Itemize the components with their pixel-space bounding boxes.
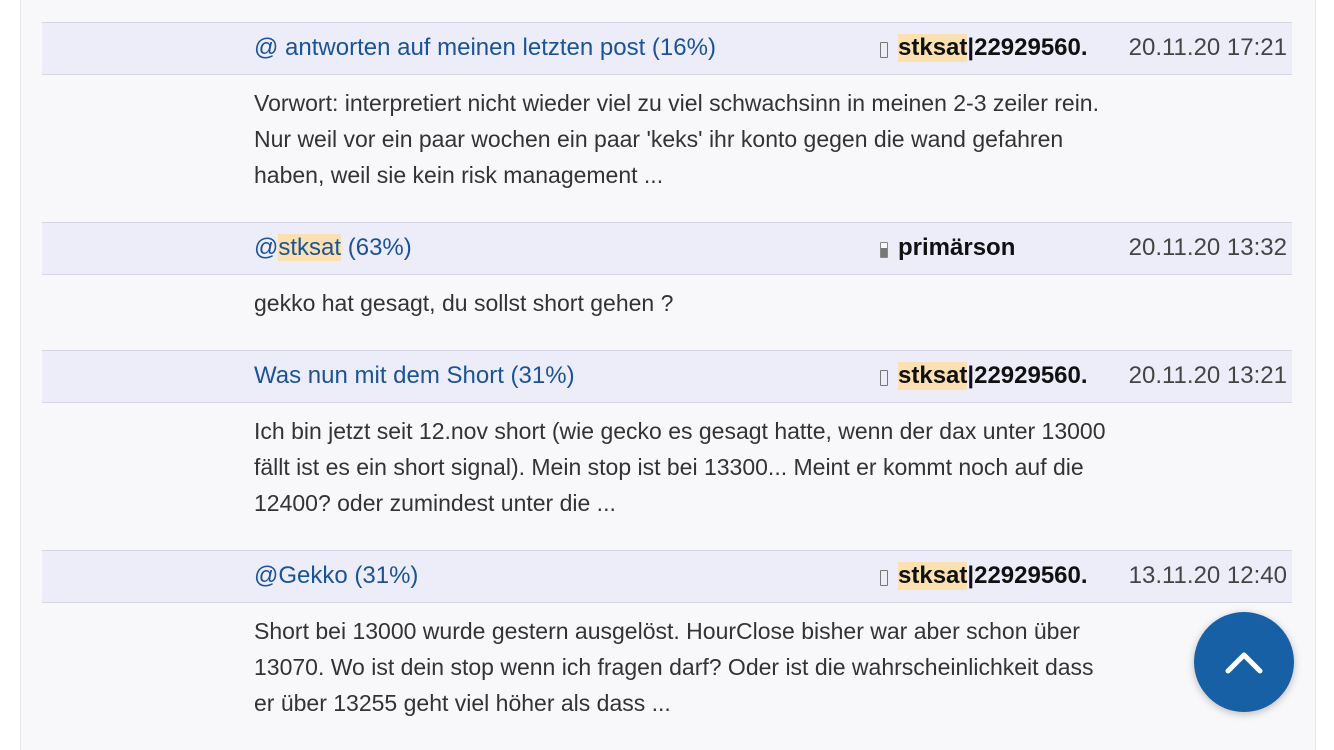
post-item: @ antworten auf meinen letzten post (16%…	[42, 22, 1292, 222]
offline-status-icon	[880, 42, 888, 58]
post-item: Was nun mit dem Short (31%) stksat |22929…	[42, 350, 1292, 550]
post-title-mention: stksat	[278, 234, 342, 261]
post-title-prefix: @	[254, 234, 279, 261]
post-title-text: Was nun mit dem Short (31%)	[254, 362, 575, 389]
post-title-link[interactable]: @Gekko (31%)	[254, 562, 418, 590]
post-title-link[interactable]: Was nun mit dem Short (31%)	[254, 362, 575, 390]
post-item: @stksat (63%) primärson 20.11.20 13:32 g…	[42, 222, 1292, 350]
author-name: primärson	[898, 234, 1016, 261]
post-title-text: @ antworten auf meinen letzten post (16%…	[254, 34, 716, 61]
thread-list: @ antworten auf meinen letzten post (16%…	[42, 22, 1292, 750]
post-author[interactable]: stksat |22929560.	[880, 562, 1088, 590]
author-name-highlight: stksat	[898, 362, 968, 390]
post-title-link[interactable]: @stksat (63%)	[254, 234, 412, 262]
post-date: 13.11.20 12:40	[1128, 562, 1287, 589]
author-name-highlight: stksat	[898, 34, 968, 62]
post-date: 20.11.20 13:21	[1128, 362, 1287, 389]
scroll-to-top-button[interactable]	[1194, 612, 1294, 712]
post-header: Was nun mit dem Short (31%) stksat |22929…	[42, 350, 1292, 403]
post-author[interactable]: primärson	[880, 234, 1015, 262]
post-title-text: @Gekko (31%)	[254, 562, 419, 589]
post-date: 20.11.20 13:32	[1128, 234, 1287, 261]
author-name: |22929560.	[967, 362, 1088, 389]
post-author[interactable]: stksat |22929560.	[880, 362, 1088, 390]
post-title-text: (63%)	[341, 234, 412, 261]
post-item: @Gekko (31%) stksat |22929560. 13.11.20 1…	[42, 550, 1292, 750]
author-name-highlight: stksat	[898, 562, 968, 590]
offline-status-icon	[880, 370, 888, 386]
post-header: @stksat (63%) primärson 20.11.20 13:32	[42, 222, 1292, 275]
post-preview: Ich bin jetzt seit 12.nov short (wie gec…	[254, 418, 1106, 516]
post-header: @Gekko (31%) stksat |22929560. 13.11.20 1…	[42, 550, 1292, 603]
post-preview: gekko hat gesagt, du sollst short gehen …	[254, 290, 674, 316]
offline-status-icon	[880, 570, 888, 586]
post-preview: Vorwort: interpretiert nicht wieder viel…	[254, 90, 1099, 188]
post-header: @ antworten auf meinen letzten post (16%…	[42, 22, 1292, 75]
post-author[interactable]: stksat |22929560.	[880, 34, 1088, 62]
chevron-up-icon	[1225, 652, 1263, 674]
post-title-link[interactable]: @ antworten auf meinen letzten post (16%…	[254, 34, 716, 62]
post-date: 20.11.20 17:21	[1128, 34, 1287, 61]
online-status-icon	[880, 242, 888, 258]
post-preview: Short bei 13000 wurde gestern ausgelöst.…	[254, 618, 1094, 716]
author-name: |22929560.	[967, 34, 1088, 61]
author-name: |22929560.	[967, 562, 1088, 589]
